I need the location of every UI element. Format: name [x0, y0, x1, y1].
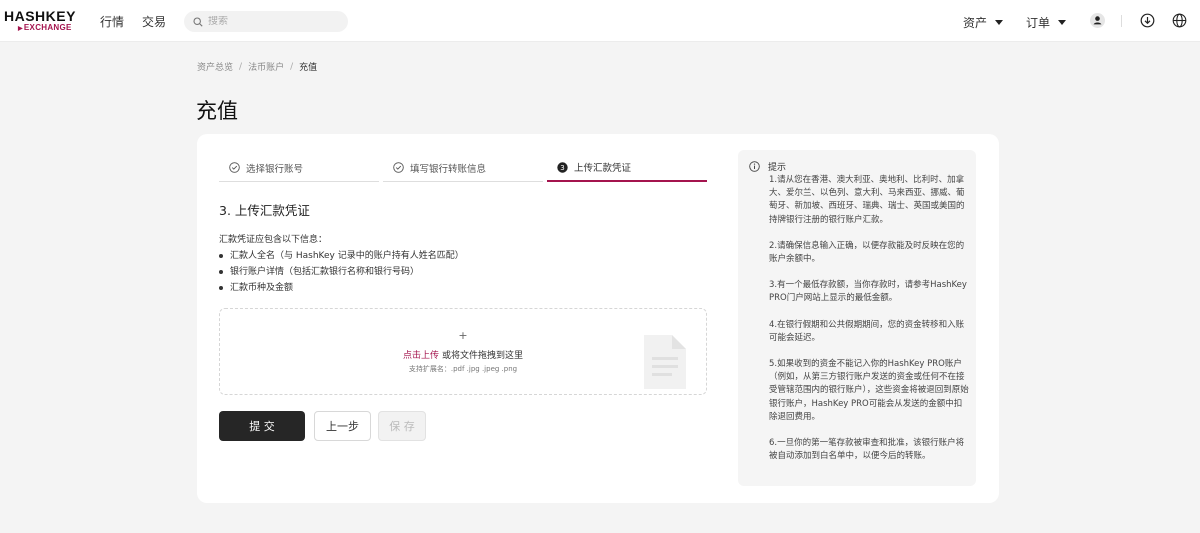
drag-hint: 或将文件拖拽到这里 — [441, 351, 523, 361]
page-title: 充值 — [196, 99, 238, 123]
user-icon[interactable] — [1090, 13, 1105, 28]
breadcrumb-separator: / — [290, 61, 294, 72]
assets-menu[interactable]: 资产 — [963, 14, 1004, 31]
bullet — [219, 270, 223, 274]
search-icon — [193, 16, 203, 27]
tip-item: 5.如果收到的资金不能记入你的HashKey PRO账户（例如，从第三方银行账户… — [769, 359, 969, 422]
stepper: 选择银行账号 填写银行转账信息 3 上传汇款凭证 — [219, 154, 707, 182]
step-fill-transfer-info[interactable]: 填写银行转账信息 — [383, 154, 543, 182]
document-icon — [644, 335, 686, 389]
previous-step-button[interactable]: 上一步 — [314, 411, 371, 441]
orders-menu-label: 订单 — [1026, 16, 1051, 30]
step-number-badge: 3 — [557, 161, 568, 173]
top-header: HASHKEY ▶EXCHANGE 行情 交易 资产 订单 — [0, 0, 1200, 42]
plus-icon: + — [458, 329, 468, 342]
chevron-down-icon — [995, 20, 1004, 25]
step-upload-receipt[interactable]: 3 上传汇款凭证 — [547, 154, 707, 182]
search-box[interactable] — [184, 11, 348, 32]
nav-market[interactable]: 行情 — [100, 13, 124, 30]
submit-button[interactable]: 提 交 — [219, 411, 305, 441]
list-item: 汇款币种及金额 — [219, 280, 464, 296]
svg-text:3: 3 — [560, 164, 564, 172]
breadcrumb-separator: / — [239, 61, 243, 72]
check-circle-icon — [393, 162, 404, 173]
list-item: 汇款人全名（与 HashKey 记录中的账户持有人姓名匹配） — [219, 248, 464, 264]
tip-item: 1.请从您在香港、澳大利亚、奥地利、比利时、加拿大、爱尔兰、以色列、意大利、马来… — [769, 175, 965, 225]
step-label: 选择银行账号 — [246, 163, 304, 175]
deposit-card: 选择银行账号 填写银行转账信息 3 上传汇款凭证 3. 上传汇款凭证 汇款凭证应… — [197, 134, 999, 503]
supported-extensions: 支持扩展名：.pdf .jpg .jpeg .png — [408, 365, 518, 373]
logo-text-bottom: ▶EXCHANGE — [18, 23, 72, 32]
section-title: 3. 上传汇款凭证 — [219, 203, 310, 218]
tip-item: 2.请确保信息输入正确，以便存款能及时反映在您的账户余额中。 — [769, 240, 965, 265]
nav-trade[interactable]: 交易 — [142, 13, 166, 30]
breadcrumb-assets-overview[interactable]: 资产总览 — [197, 60, 233, 73]
step-label: 上传汇款凭证 — [574, 163, 632, 174]
tip-item: 6.一旦你的第一笔存款被审查和批准，该银行账户将被自动添加到白名单中，以便今后的… — [769, 438, 965, 462]
globe-icon[interactable] — [1172, 13, 1187, 28]
step-label: 填写银行转账信息 — [410, 163, 487, 175]
tips-panel: 提示 1.请从您在香港、澳大利亚、奥地利、比利时、加拿大、爱尔兰、以色列、意大利… — [738, 150, 976, 486]
tip-item: 4.在银行假期和公共假期期间，您的资金转移和入账可能会延迟。 — [769, 319, 965, 343]
list-item: 银行账户详情（包括汇款银行名称和银行号码） — [219, 264, 464, 280]
breadcrumb-fiat-account[interactable]: 法币账户 — [248, 60, 284, 73]
hashkey-logo[interactable]: HASHKEY ▶EXCHANGE — [4, 9, 80, 35]
logo-text-top: HASHKEY — [4, 8, 76, 24]
header-divider — [1121, 15, 1122, 27]
check-circle-icon — [229, 162, 240, 173]
tips-title: 提示 — [768, 163, 787, 173]
orders-menu[interactable]: 订单 — [1026, 14, 1067, 31]
click-upload-link[interactable]: 点击上传 — [403, 351, 439, 361]
save-button: 保 存 — [378, 411, 426, 441]
upload-instruction: 点击上传 或将文件拖拽到这里 — [220, 348, 706, 361]
requirements-title: 汇款凭证应包含以下信息： — [219, 235, 328, 245]
breadcrumb-current: 充值 — [299, 63, 318, 73]
info-icon — [749, 161, 760, 172]
step-select-bank-account[interactable]: 选择银行账号 — [219, 154, 379, 182]
chevron-down-icon — [1058, 20, 1067, 25]
download-icon[interactable] — [1140, 13, 1155, 28]
assets-menu-label: 资产 — [963, 16, 988, 30]
tips-header: 提示 — [749, 160, 786, 173]
upload-dropzone[interactable]: + 点击上传 或将文件拖拽到这里 支持扩展名：.pdf .jpg .jpeg .… — [219, 308, 707, 395]
search-input[interactable] — [208, 16, 338, 27]
bullet — [219, 286, 223, 290]
bullet — [219, 254, 223, 258]
breadcrumb: 资产总览 / 法币账户 / 充值 — [197, 60, 318, 74]
requirements-list: 汇款人全名（与 HashKey 记录中的账户持有人姓名匹配） 银行账户详情（包括… — [219, 248, 464, 296]
tips-body: 1.请从您在香港、澳大利亚、奥地利、比利时、加拿大、爱尔兰、以色列、意大利、马来… — [769, 174, 969, 476]
tip-item: 3.有一个最低存款额，当你存款时，请参考HashKey PRO门户网站上显示的最… — [769, 280, 967, 304]
